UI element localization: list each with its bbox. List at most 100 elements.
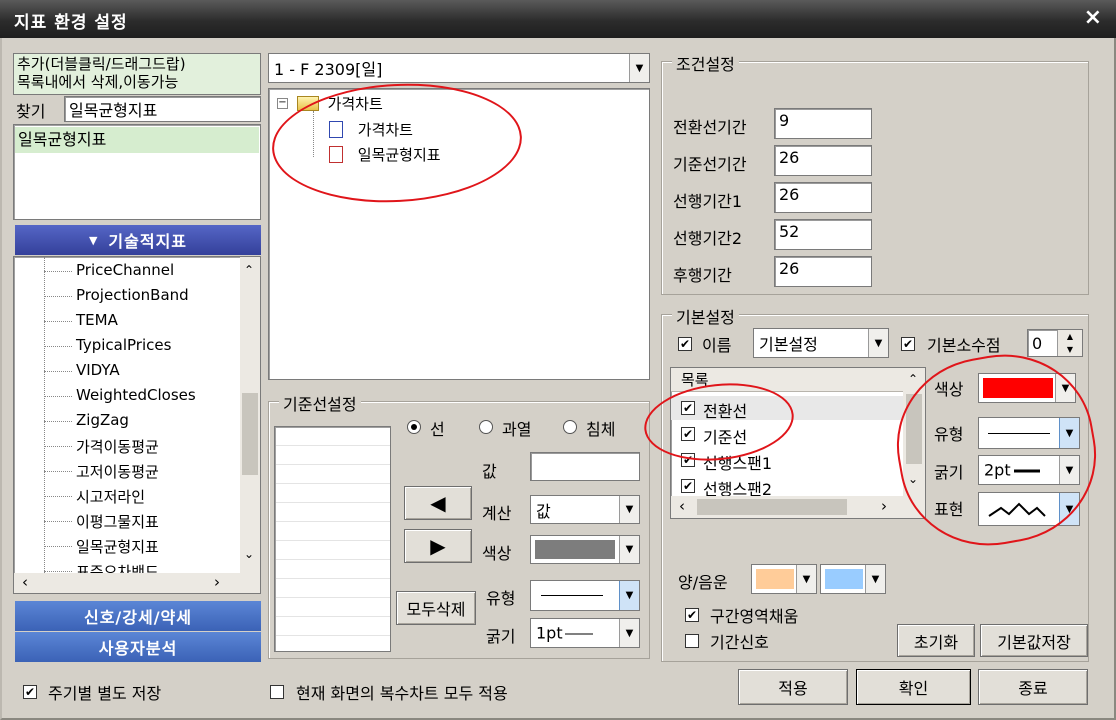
chevron-down-icon[interactable]: ▼: [796, 565, 816, 593]
list-item[interactable]: 시고저라인: [14, 484, 238, 508]
move-left-button[interactable]: ◀: [404, 486, 472, 520]
list-item[interactable]: 고저이동평균: [14, 459, 238, 483]
list-item[interactable]: VIDYA: [14, 359, 238, 383]
radio-oversold[interactable]: [563, 420, 577, 434]
user-analysis-button[interactable]: 사용자분석: [15, 632, 261, 662]
table-row[interactable]: ✔ 기준선: [671, 422, 903, 447]
chevron-down-icon[interactable]: ▼: [629, 54, 649, 82]
condition-input[interactable]: 26: [774, 145, 872, 176]
scroll-thumb[interactable]: [906, 394, 922, 464]
scroll-left-icon[interactable]: ‹: [679, 497, 685, 515]
table-row[interactable]: ✔ 선행스팬1: [671, 448, 903, 473]
tree-root[interactable]: − 가격차트: [277, 93, 383, 114]
list-item[interactable]: TEMA: [14, 309, 238, 333]
table-row[interactable]: ✔ 선행스팬2: [671, 474, 903, 499]
decimal-spinner[interactable]: ▲ ▼: [1057, 330, 1082, 356]
radio-line[interactable]: [407, 420, 421, 434]
radio-overbought[interactable]: [479, 420, 493, 434]
chevron-down-icon[interactable]: ▼: [619, 619, 639, 647]
chart-select[interactable]: 1 - F 2309[일] ▼: [268, 53, 650, 83]
scroll-thumb[interactable]: [697, 499, 847, 515]
scroll-left-icon[interactable]: ‹: [22, 573, 28, 591]
base-width-select[interactable]: 1pt ▼: [530, 618, 640, 648]
line-type-select[interactable]: ▼: [978, 417, 1080, 449]
save-default-button[interactable]: 기본값저장: [980, 624, 1088, 657]
fill-area-checkbox[interactable]: ✔: [685, 608, 699, 622]
list-item[interactable]: ZigZag: [14, 409, 238, 433]
apply-all-checkbox[interactable]: [270, 685, 284, 699]
delete-all-button[interactable]: 모두삭제: [396, 591, 476, 625]
tree-root-label: 가격차트: [327, 95, 383, 113]
period-save-checkbox[interactable]: ✔: [23, 685, 37, 699]
signal-strength-button[interactable]: 신호/강세/약세: [15, 601, 261, 631]
tree-item-price-chart[interactable]: 가격차트: [329, 119, 413, 140]
tree-connector: [44, 471, 72, 472]
row-checkbox[interactable]: ✔: [681, 479, 695, 493]
condition-input[interactable]: 52: [774, 219, 872, 250]
base-color-select[interactable]: ▼: [530, 535, 640, 564]
list-item[interactable]: TypicalPrices: [14, 334, 238, 358]
chevron-down-icon[interactable]: ▼: [1059, 456, 1079, 484]
chevron-down-icon[interactable]: ▼: [1059, 493, 1079, 525]
yang-color-select[interactable]: ▼: [751, 564, 817, 594]
scroll-right-icon[interactable]: ›: [881, 497, 887, 515]
tree-collapse-icon[interactable]: −: [277, 98, 288, 109]
chevron-down-icon[interactable]: ▼: [619, 581, 639, 610]
apply-button[interactable]: 적용: [738, 669, 848, 705]
list-item[interactable]: ProjectionBand: [14, 284, 238, 308]
row-checkbox[interactable]: ✔: [681, 401, 695, 415]
scroll-down-icon[interactable]: ⌄: [244, 547, 254, 561]
chevron-down-icon[interactable]: ▼: [868, 329, 888, 357]
calc-select[interactable]: 값 ▼: [530, 495, 640, 524]
chevron-down-icon[interactable]: ▼: [619, 496, 639, 523]
list-item[interactable]: PriceChannel: [14, 259, 238, 283]
selected-item[interactable]: 일목균형지표: [15, 127, 259, 153]
line-width-label: 굵기: [934, 463, 964, 482]
chevron-down-icon[interactable]: ▼: [1059, 418, 1079, 448]
list-item[interactable]: WeightedCloses: [14, 384, 238, 408]
row-label: 전환선: [703, 402, 748, 421]
condition-input[interactable]: 9: [774, 108, 872, 139]
scroll-down-icon[interactable]: ⌄: [908, 472, 918, 486]
close-button[interactable]: 종료: [978, 669, 1088, 705]
expression-select[interactable]: ▼: [978, 492, 1080, 526]
scroll-up-icon[interactable]: ⌃: [908, 372, 918, 386]
chevron-down-icon[interactable]: ▼: [1055, 374, 1075, 402]
value-input[interactable]: [530, 452, 640, 481]
list-item[interactable]: 가격이동평균: [14, 434, 238, 458]
decimal-checkbox[interactable]: ✔: [901, 337, 915, 351]
condition-input[interactable]: 26: [774, 182, 872, 213]
close-icon[interactable]: ×: [1084, 5, 1102, 30]
scroll-thumb[interactable]: [242, 393, 258, 475]
selected-list[interactable]: 일목균형지표: [13, 124, 261, 220]
name-select[interactable]: 기본설정 ▼: [753, 328, 889, 358]
row-checkbox[interactable]: ✔: [681, 453, 695, 467]
eum-color-select[interactable]: ▼: [820, 564, 886, 594]
condition-input[interactable]: 26: [774, 256, 872, 287]
name-checkbox[interactable]: ✔: [678, 337, 692, 351]
base-line-list[interactable]: [274, 426, 391, 652]
scroll-right-icon[interactable]: ›: [214, 573, 220, 591]
list-item-label: 일목균형지표: [76, 538, 159, 556]
base-type-select[interactable]: ▼: [530, 580, 640, 611]
tree-item-ichimoku[interactable]: 일목균형지표: [329, 144, 441, 165]
list-item[interactable]: 일목균형지표: [14, 534, 238, 558]
row-checkbox[interactable]: ✔: [681, 427, 695, 441]
ok-button[interactable]: 확인: [856, 669, 971, 705]
vertical-scrollbar[interactable]: ⌃ ⌄: [240, 257, 260, 575]
move-right-button[interactable]: ▶: [404, 529, 472, 563]
horizontal-scrollbar[interactable]: ‹ ›: [14, 573, 260, 593]
chevron-down-icon[interactable]: ▼: [865, 565, 885, 593]
line-width-select[interactable]: 2pt ▼: [978, 455, 1080, 485]
scroll-up-icon[interactable]: ⌃: [244, 263, 254, 277]
vertical-scrollbar[interactable]: ⌃ ⌄: [903, 368, 925, 498]
chevron-down-icon[interactable]: ▼: [619, 536, 639, 563]
tech-indicator-header[interactable]: ▼ 기술적지표: [15, 225, 261, 255]
list-item[interactable]: 이평그물지표: [14, 509, 238, 533]
reset-button[interactable]: 초기화: [897, 624, 975, 657]
table-row[interactable]: ✔ 전환선: [671, 396, 903, 421]
horizontal-scrollbar[interactable]: ‹ ›: [671, 496, 925, 518]
line-color-select[interactable]: ▼: [978, 373, 1076, 403]
period-signal-checkbox[interactable]: [685, 634, 699, 648]
search-input[interactable]: 일목균형지표: [64, 96, 261, 122]
